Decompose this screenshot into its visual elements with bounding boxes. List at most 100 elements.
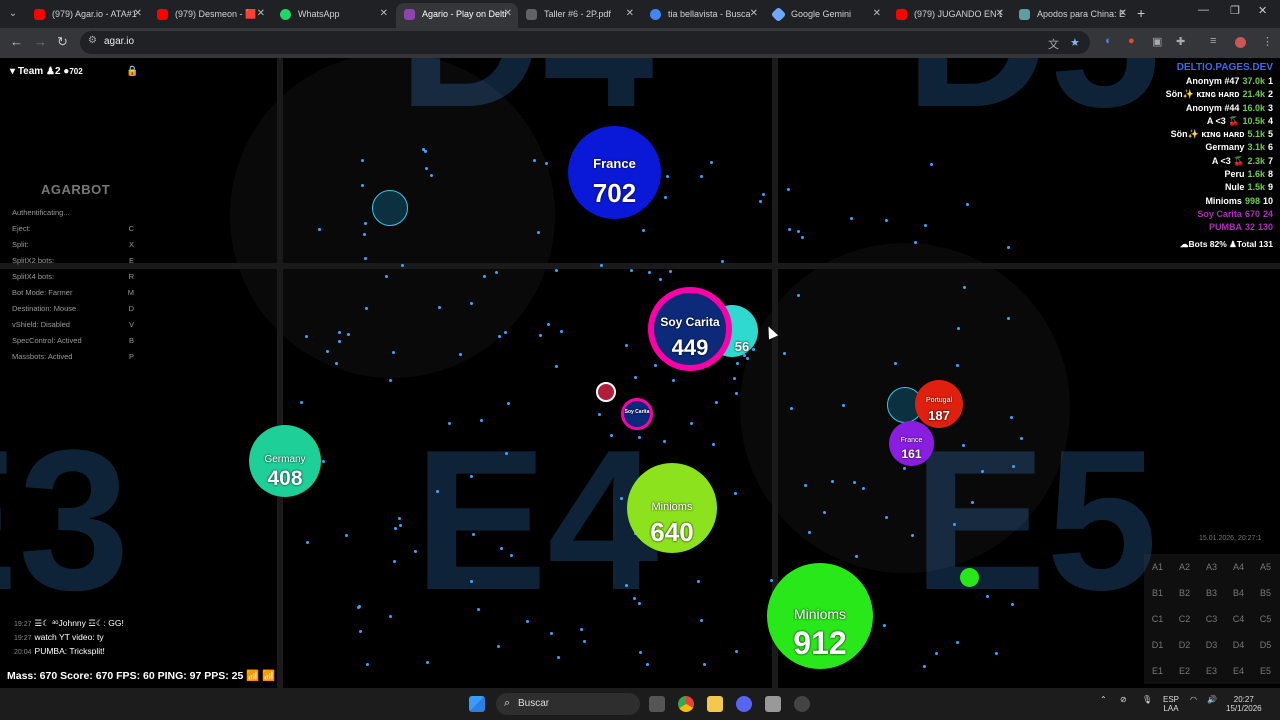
food-pellet [504,331,508,335]
bookmark-star-icon[interactable]: ★ [1070,36,1080,49]
new-tab-icon[interactable]: + [1137,5,1145,21]
steam-icon[interactable] [794,696,810,712]
minimap-cell: C2 [1178,614,1191,624]
leaderboard-title[interactable]: DELTIO.PAGES.DEV [1166,62,1273,73]
taskbar-search[interactable]: ⌕ Buscar [496,693,640,715]
clock[interactable]: 20:27 15/1/2026 [1226,695,1262,713]
food-pellet [389,615,392,619]
wifi-icon: 📶 [246,670,260,682]
food-pellet [555,268,559,272]
search-icon: ⌕ [504,697,511,709]
language-indicator[interactable]: ESP LAA [1163,695,1179,713]
profile-avatar[interactable] [1235,37,1246,48]
minimize-icon[interactable]: — [1198,4,1209,16]
food-pellet [800,235,804,239]
food-pellet [639,650,643,654]
minimap-cell: E4 [1232,666,1244,676]
player-cell-portugal: Portugal 187 [915,380,963,428]
leaderboard: DELTIO.PAGES.DEV Anonym #47 37.0k 1 Sön✨ ᴋ… [1166,62,1273,250]
close-tab-icon[interactable]: ✕ [134,3,142,25]
wifi-icon[interactable]: ◠ [1190,695,1197,704]
food-pellet [733,491,737,495]
minimap-cell: C3 [1205,614,1218,624]
extension-icon[interactable]: ◖ [1104,35,1111,47]
file-explorer-icon[interactable] [707,696,723,712]
close-tab-icon[interactable]: ✕ [1119,3,1127,25]
leaderboard-row: Minioms 998 10 [1205,195,1273,206]
tab-gemini[interactable]: Google Gemini ✕ [765,3,887,28]
app-icon[interactable] [765,696,781,712]
food-pellet [620,496,624,500]
forward-icon[interactable]: → [34,34,47,49]
food-pellet [321,460,325,464]
chrome-icon[interactable] [678,696,694,712]
volume-icon[interactable]: 🔊 [1207,695,1217,704]
food-pellet [736,361,740,365]
address-bar[interactable]: ⚙ agar.io 文 ★ [80,31,1090,54]
tab-apodos[interactable]: Apodos para China: E ✕ [1011,3,1133,28]
minimap-cell: A5 [1259,562,1271,572]
bot-menu-row: Split: X [12,240,134,249]
close-window-icon[interactable]: ✕ [1258,4,1267,17]
tab-pdf[interactable]: Taller #6 - 2P.pdf ✕ [518,3,640,28]
menu-dots-icon[interactable]: ⋮ [1262,35,1273,48]
discord-icon[interactable] [736,696,752,712]
tab-desmeon[interactable]: (979) Desmeon - 🟥 ✕ [149,3,271,28]
game-canvas[interactable]: D4 D5 E3 E4 E5 France 702 56 Soy Carita … [0,58,1280,688]
microphone-icon[interactable]: 🎙 [1142,695,1152,704]
tab-strip: ⌄ (979) Agar.io - ATA#1 ✕ (979) Desmeon -… [0,0,1280,28]
minimap-cell: B1 [1151,588,1163,598]
close-tab-icon[interactable]: ✕ [504,3,512,25]
food-pellet [394,526,398,530]
leaderboard-row: Anonym #47 37.0k 1 [1185,76,1273,86]
food-pellet [413,549,417,553]
translate-icon[interactable]: 文 [1048,36,1059,52]
task-view-icon[interactable] [649,696,665,712]
back-icon[interactable]: ← [10,34,23,49]
bot-menu-row: Massbots: Actived P [12,352,134,361]
tab-jugando[interactable]: (979) JUGANDO EN D ✕ [888,3,1010,28]
leaderboard-row: Peru 1.6k 8 [1224,169,1273,180]
bot-menu-row: SpecControl: Actived B [12,336,134,345]
pdf-icon [526,9,537,20]
leaderboard-row: Sön✨ ᴋɪɴɢ ʜᴀʀᴅ 21.4k 2 [1165,89,1273,100]
extension-icon[interactable]: ● [1128,35,1135,47]
close-tab-icon[interactable]: ✕ [750,3,758,25]
tab-agario-deltio[interactable]: Agario - Play on Delti ✕ [396,3,518,28]
tab-agar-video[interactable]: (979) Agar.io - ATA#1 ✕ [26,3,148,28]
tab-google-search[interactable]: tia bellavista - Busca ✕ [642,3,764,28]
close-tab-icon[interactable]: ✕ [257,3,265,25]
close-tab-icon[interactable]: ✕ [873,3,881,25]
food-pellet [399,524,403,528]
food-pellet [357,606,361,610]
close-tab-icon[interactable]: ✕ [626,3,634,25]
youtube-icon [896,9,907,20]
close-tab-icon[interactable]: ✕ [380,3,388,25]
minimap-cell: E2 [1178,666,1190,676]
reload-icon[interactable]: ↻ [57,34,68,50]
media-icon[interactable]: ≡ [1210,35,1216,47]
minimap-cell: E5 [1259,666,1271,676]
tray-chevron-icon[interactable]: ⌃ [1100,695,1107,704]
bot-menu-row: SplitX2 bots: E [12,256,134,265]
leaderboard-row: Anonym #44 16.0k 3 [1185,102,1273,113]
grid-line [277,58,283,688]
food-pellet [758,199,762,203]
minimap-cell: A3 [1205,562,1217,572]
url-text[interactable]: agar.io [104,36,134,47]
minimap-cell: D1 [1151,640,1164,650]
close-tab-icon[interactable]: ✕ [996,3,1004,25]
food-pellet [1011,602,1014,606]
restore-icon[interactable]: ❐ [1230,4,1240,17]
tab-whatsapp[interactable]: WhatsApp ✕ [272,3,394,28]
lock-icon[interactable]: 🔒 [126,66,138,77]
tab-search-icon[interactable]: ⌄ [4,5,22,23]
extensions-puzzle-icon[interactable]: ✚ [1176,35,1185,48]
network-off-icon[interactable]: ⊘ [1120,695,1127,704]
windows-start-icon[interactable] [469,696,485,712]
site-info-icon[interactable]: ⚙ [88,35,97,46]
food-pellet [423,149,427,153]
extension-icon[interactable]: ▣ [1152,35,1162,48]
minimap[interactable]: A1 A2 A3 A4 A5 B1 B2 B3 B4 B5 C1 C2 C3 C4 C5 D1 D2 D3 D4 D5… [1144,554,1280,684]
bot-menu: Authentificating... Eject: C Split: X Spli… [12,208,142,368]
